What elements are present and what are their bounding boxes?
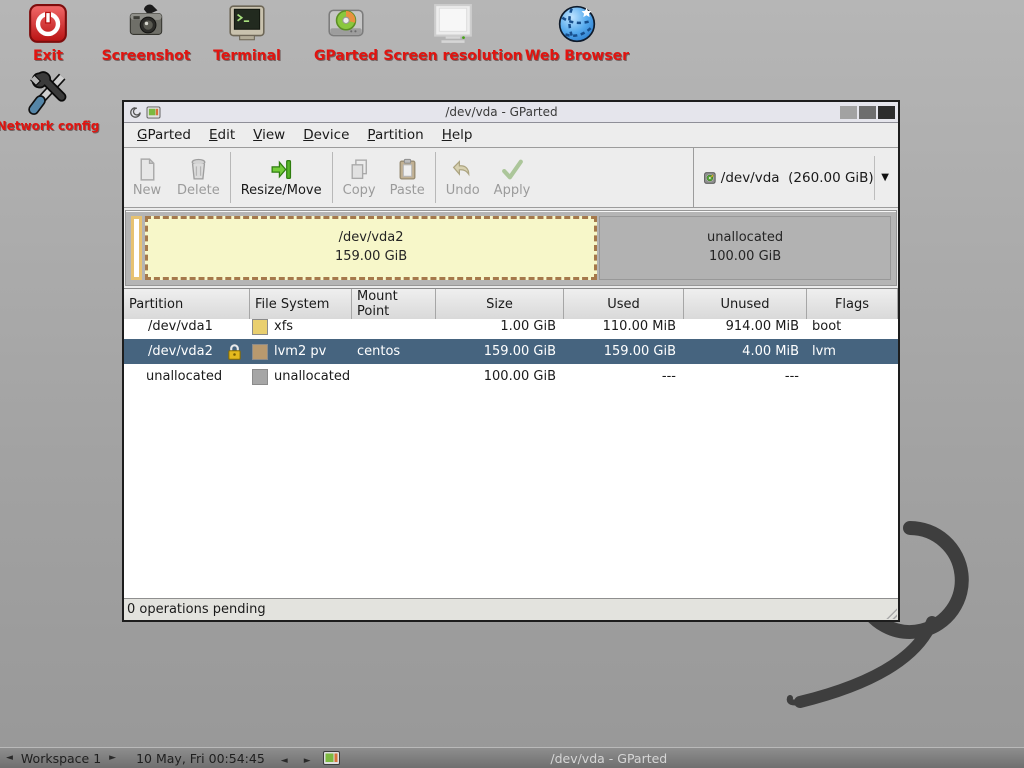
pending-operations-text: 0 operations pending <box>127 602 266 617</box>
table-row-vda1[interactable]: /dev/vda1 xfs 1.00 GiB 110.00 MiB 914.00… <box>124 314 898 339</box>
desktop-icon-terminal[interactable]: Terminal <box>198 3 296 64</box>
copy-icon <box>347 157 372 182</box>
toolbar-separator <box>435 152 436 203</box>
lock-icon <box>227 343 242 360</box>
taskbar: ◄ Workspace 1 ► 10 May, Fri 00:54:45 ◄ ►… <box>0 747 1024 768</box>
desktop-icon-label: GParted <box>314 48 378 64</box>
taskbar-task-gparted[interactable]: /dev/vda - GParted <box>344 751 1024 766</box>
tools-icon <box>26 70 70 116</box>
gparted-app-icon <box>146 106 161 119</box>
device-selector[interactable]: /dev/vda (260.00 GiB) ▼ <box>693 148 898 207</box>
device-disk-icon <box>704 168 716 188</box>
monitor-icon <box>429 3 477 45</box>
table-row-unallocated[interactable]: unallocated unallocated 100.00 GiB --- -… <box>124 364 898 389</box>
window-next-icon[interactable]: ► <box>298 756 317 766</box>
resize-move-icon <box>269 157 294 182</box>
desktop-icon-label: Screen resolution <box>383 48 522 64</box>
terminal-icon <box>226 3 268 45</box>
menu-gparted[interactable]: GParted <box>128 124 200 146</box>
device-name: /dev/vda <box>721 170 780 186</box>
new-button[interactable]: New <box>124 148 170 207</box>
partition-table: Partition File System Mount Point Size U… <box>124 288 898 598</box>
partition-block-name: unallocated <box>707 229 783 248</box>
desktop-icon-screen-resolution[interactable]: Screen resolution <box>390 3 516 64</box>
partition-block-size: 100.00 GiB <box>709 248 781 267</box>
resize-grip[interactable] <box>882 604 897 619</box>
desktop-icon-label: Network config <box>0 119 99 133</box>
globe-icon <box>556 3 598 45</box>
fs-color-swatch <box>252 319 268 335</box>
taskbar-gparted-icon[interactable] <box>323 751 340 765</box>
menu-partition[interactable]: Partition <box>358 124 432 146</box>
minimize-button[interactable] <box>840 106 857 119</box>
desktop-icon-label: Exit <box>33 48 63 64</box>
copy-button[interactable]: Copy <box>336 148 383 207</box>
window-titlebar[interactable]: /dev/vda - GParted <box>124 102 898 123</box>
toolbar-separator <box>332 152 333 203</box>
trash-icon <box>186 157 211 182</box>
window-title: /dev/vda - GParted <box>165 105 838 119</box>
menu-device[interactable]: Device <box>294 124 358 146</box>
partition-block-unallocated[interactable]: unallocated 100.00 GiB <box>599 216 891 280</box>
partition-block-vda2-selected[interactable]: /dev/vda2 159.00 GiB <box>145 216 597 280</box>
partition-block-vda1[interactable] <box>131 216 142 280</box>
undo-button[interactable]: Undo <box>439 148 487 207</box>
desktop-icon-network-config[interactable]: Network config <box>2 70 94 133</box>
desktop-icon-screenshot[interactable]: Screenshot <box>96 3 196 64</box>
desktop-icon-label: Terminal <box>213 48 281 64</box>
desktop: Exit Screenshot Terminal <box>0 0 1024 768</box>
undo-icon <box>450 157 475 182</box>
desktop-icon-label: Screenshot <box>102 48 191 64</box>
workspace-next-icon[interactable]: ► <box>103 753 122 763</box>
new-partition-icon <box>135 157 160 182</box>
menu-view[interactable]: View <box>244 124 294 146</box>
menubar: GParted Edit View Device Partition Help <box>124 123 898 148</box>
partition-block-name: /dev/vda2 <box>339 229 404 248</box>
workspace-label[interactable]: Workspace 1 <box>19 751 103 766</box>
disk-partition-icon <box>325 3 367 45</box>
window-prev-icon[interactable]: ◄ <box>275 756 294 766</box>
statusbar: 0 operations pending <box>124 598 898 620</box>
menu-help[interactable]: Help <box>433 124 482 146</box>
partition-block-size: 159.00 GiB <box>335 248 407 267</box>
delete-button[interactable]: Delete <box>170 148 227 207</box>
device-size: (260.00 GiB) <box>788 170 874 186</box>
workspace-prev-icon[interactable]: ◄ <box>0 753 19 763</box>
taskbar-clock: 10 May, Fri 00:54:45 <box>136 751 265 766</box>
desktop-icon-web-browser[interactable]: Web Browser <box>518 3 636 64</box>
fs-color-swatch <box>252 344 268 360</box>
menu-edit[interactable]: Edit <box>200 124 244 146</box>
table-empty-area <box>124 389 898 598</box>
camera-icon <box>123 3 169 45</box>
table-header-row: Partition File System Mount Point Size U… <box>124 289 898 314</box>
toolbar-separator <box>230 152 231 203</box>
gparted-window: /dev/vda - GParted GParted Edit View Dev… <box>122 100 900 622</box>
power-icon <box>27 3 69 45</box>
partition-visual-bar: /dev/vda2 159.00 GiB unallocated 100.00 … <box>125 210 897 286</box>
desktop-icon-gparted[interactable]: GParted <box>300 3 392 64</box>
table-row-vda2-selected[interactable]: /dev/vda2 lvm2 pv centos 159.00 GiB 159.… <box>124 339 898 364</box>
maximize-button[interactable] <box>859 106 876 119</box>
toolbar: New Delete Resize/Move <box>124 148 898 208</box>
window-menu-swirl-icon[interactable] <box>127 105 142 120</box>
fs-color-swatch <box>252 369 268 385</box>
desktop-icon-label: Web Browser <box>525 48 629 64</box>
resize-move-button[interactable]: Resize/Move <box>234 148 329 207</box>
paste-button[interactable]: Paste <box>383 148 432 207</box>
apply-check-icon <box>500 157 525 182</box>
apply-button[interactable]: Apply <box>487 148 538 207</box>
close-button[interactable] <box>878 106 895 119</box>
chevron-down-icon[interactable]: ▼ <box>874 172 892 183</box>
paste-icon <box>395 157 420 182</box>
desktop-icon-exit[interactable]: Exit <box>10 3 86 64</box>
